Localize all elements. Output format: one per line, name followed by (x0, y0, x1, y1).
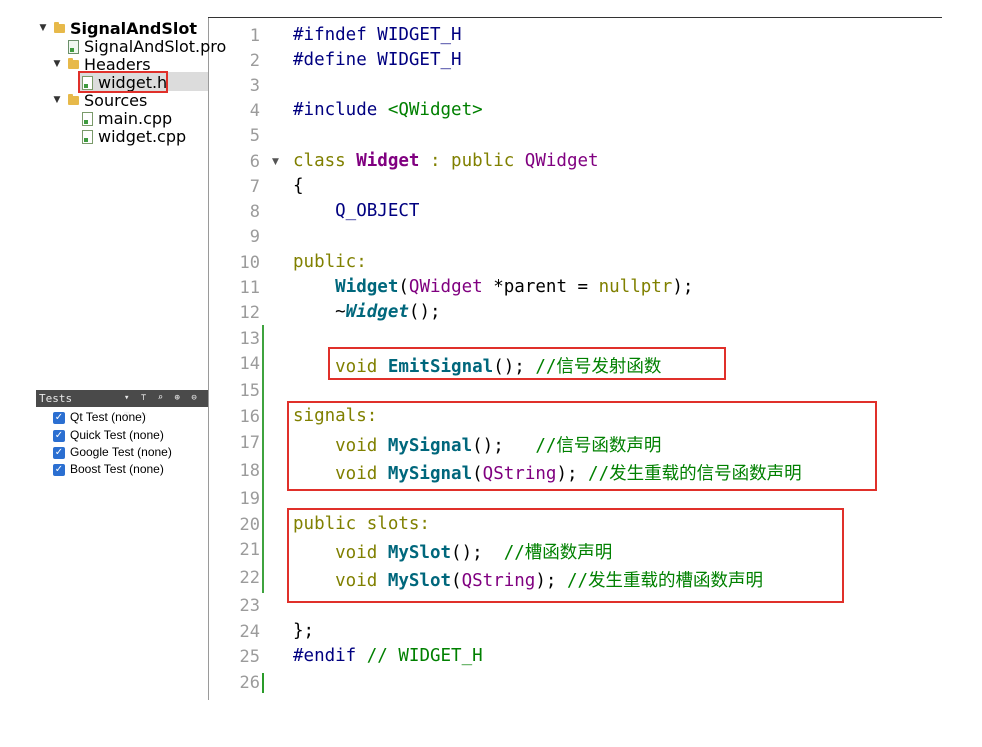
checkbox-checked-icon[interactable]: ✓ (53, 412, 65, 424)
sources-label: Sources (84, 91, 148, 110)
line-number: 15 (239, 381, 260, 401)
code-line-11: Widget(QWidget *parent = nullptr); (293, 277, 693, 297)
line-number: 4 (249, 101, 260, 121)
keyword: nullptr (598, 277, 673, 297)
type-name: QWidget (408, 277, 483, 297)
widget-cpp-label: widget.cpp (98, 127, 187, 146)
line-number: 5 (249, 126, 260, 146)
line-number: 22 (239, 568, 260, 588)
pro-file-label: SignalAndSlot.pro (84, 37, 227, 56)
keyword: class (293, 151, 357, 171)
line-number: 25 (239, 647, 260, 667)
line-number: 18 (239, 461, 260, 481)
test-label: Google Test (none) (70, 445, 172, 459)
tests-panel-header: Tests ▾ ⊤ ⌕ ⊕ ⊖ ⊞ ▭ (36, 390, 208, 420)
line-number: 1 (249, 26, 260, 46)
checkbox-checked-icon[interactable]: ✓ (53, 447, 65, 459)
function-name: Widget (335, 277, 399, 297)
project-folder-icon (54, 22, 65, 33)
line-number: 26 (239, 673, 260, 693)
code-line-2: #define WIDGET_H (293, 50, 462, 70)
line-number: 23 (239, 596, 260, 616)
modified-lines-marker (262, 325, 264, 593)
highlight-box-slots (287, 508, 844, 603)
line-number: 17 (239, 433, 260, 453)
tests-title[interactable]: Tests (39, 390, 72, 407)
chevron-down-icon[interactable]: ▼ (38, 20, 48, 37)
preprocessor-text: #define WIDGET_H (293, 50, 462, 70)
param: *parent = (482, 277, 599, 297)
function-name: Widget (345, 302, 409, 322)
test-label: Boost Test (none) (70, 462, 164, 476)
line-number: 10 (239, 253, 260, 273)
brace: { (293, 176, 304, 196)
test-label: Qt Test (none) (70, 410, 146, 424)
line-number: 21 (239, 540, 260, 560)
code-line-1: #ifndef WIDGET_H (293, 25, 462, 45)
test-label: Quick Test (none) (70, 428, 164, 442)
base-class-name: QWidget (524, 151, 599, 171)
preprocessor-text: #ifndef WIDGET_H (293, 25, 462, 45)
sources-folder-icon (68, 94, 79, 105)
main-cpp-label: main.cpp (98, 109, 173, 128)
line-number: 8 (249, 202, 260, 222)
highlight-box-widget-h (78, 71, 168, 93)
brace: }; (293, 621, 315, 641)
line-number: 13 (239, 329, 260, 349)
punct: ( (398, 277, 409, 297)
punct: (); (408, 302, 441, 322)
fold-arrow-icon[interactable]: ▼ (272, 157, 279, 167)
code-line-4: #include <QWidget> (293, 100, 483, 120)
checkbox-checked-icon[interactable]: ✓ (53, 464, 65, 476)
line-number: 6 (249, 152, 260, 172)
line-number: 2 (249, 51, 260, 71)
code-line-10: public: (293, 252, 367, 272)
macro: Q_OBJECT (293, 201, 420, 221)
code-line-7: { (293, 176, 304, 196)
highlight-box-signals (287, 401, 877, 491)
top-border (208, 17, 942, 18)
project-name: SignalAndSlot (70, 19, 198, 38)
code-line-12: ~Widget(); (293, 302, 441, 322)
comment: // WIDGET_H (366, 646, 483, 666)
preprocessor-text: #endif (293, 646, 367, 666)
class-name: Widget (356, 151, 420, 171)
text-cursor (262, 673, 264, 693)
keyword: : public (419, 151, 525, 171)
code-line-6: class Widget : public QWidget (293, 151, 599, 171)
panel-splitter[interactable] (208, 18, 209, 700)
punct: ); (672, 277, 694, 297)
code-line-25: #endif // WIDGET_H (293, 646, 483, 666)
line-number: 19 (239, 489, 260, 509)
source-file-icon (82, 130, 93, 144)
line-number: 7 (249, 177, 260, 197)
access-specifier: public: (293, 252, 367, 272)
source-file-icon (82, 112, 93, 126)
line-number: 16 (239, 407, 260, 427)
line-number: 24 (239, 622, 260, 642)
chevron-down-icon[interactable]: ▼ (52, 56, 62, 73)
pro-file-icon (68, 40, 79, 54)
line-number: 20 (239, 515, 260, 535)
code-line-8: Q_OBJECT (293, 201, 419, 221)
indent: ~ (293, 302, 346, 322)
line-number: 14 (239, 354, 260, 374)
checkbox-checked-icon[interactable]: ✓ (53, 430, 65, 442)
line-number: 11 (239, 278, 260, 298)
line-number: 3 (249, 76, 260, 96)
code-line-24: }; (293, 621, 314, 641)
preprocessor-text: #include (293, 100, 388, 120)
line-number: 9 (249, 227, 260, 247)
include-target: <QWidget> (387, 100, 483, 120)
highlight-box-emit-signal (328, 347, 726, 380)
line-number: 12 (239, 303, 260, 323)
headers-folder-icon (68, 58, 79, 69)
chevron-down-icon[interactable]: ▼ (52, 92, 62, 109)
